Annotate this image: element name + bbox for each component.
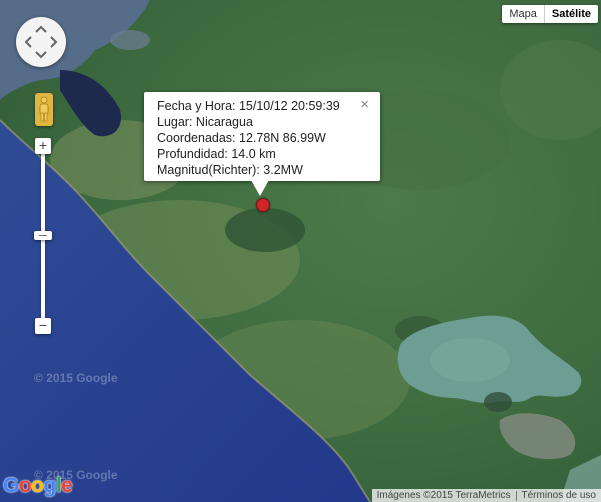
terms-of-use-link[interactable]: Términos de uso	[522, 490, 596, 501]
close-icon[interactable]: ×	[360, 96, 369, 113]
attribution-divider	[515, 490, 517, 501]
pan-arrows-icon	[24, 25, 58, 59]
google-watermark: © 2015 Google	[34, 371, 118, 385]
zoom-slider[interactable]	[34, 231, 52, 240]
info-datetime: Fecha y Hora: 15/10/12 20:59:39	[157, 99, 340, 113]
zoom-in-button[interactable]: +	[35, 138, 51, 154]
info-coordinates: Coordenadas: 12.78N 86.99W	[157, 131, 326, 145]
pegman-icon[interactable]	[35, 93, 53, 126]
earthquake-marker[interactable]	[256, 198, 270, 212]
info-magnitude: Magnitud(Richter): 3.2MW	[157, 163, 303, 177]
map-button[interactable]: Mapa	[502, 5, 544, 23]
attribution-bar: Imágenes ©2015 TerraMetrics Términos de …	[371, 489, 601, 502]
info-window-tail	[251, 180, 269, 196]
map[interactable]: © 2015 Google © 2015 Google Mapa Satélit…	[0, 0, 601, 502]
pan-control[interactable]	[16, 17, 66, 67]
satellite-imagery[interactable]	[0, 0, 601, 502]
info-depth: Profundidad: 14.0 km	[157, 147, 276, 161]
info-location: Lugar: Nicaragua	[157, 115, 253, 129]
satellite-button[interactable]: Satélite	[543, 5, 598, 23]
info-window: Fecha y Hora: 15/10/12 20:59:39 Lugar: N…	[144, 92, 380, 181]
map-type-control: Mapa Satélite	[502, 5, 598, 23]
zoom-out-button[interactable]: −	[35, 318, 51, 334]
imagery-credit: Imágenes ©2015 TerraMetrics	[376, 490, 511, 501]
google-logo[interactable]: Google	[3, 474, 73, 498]
